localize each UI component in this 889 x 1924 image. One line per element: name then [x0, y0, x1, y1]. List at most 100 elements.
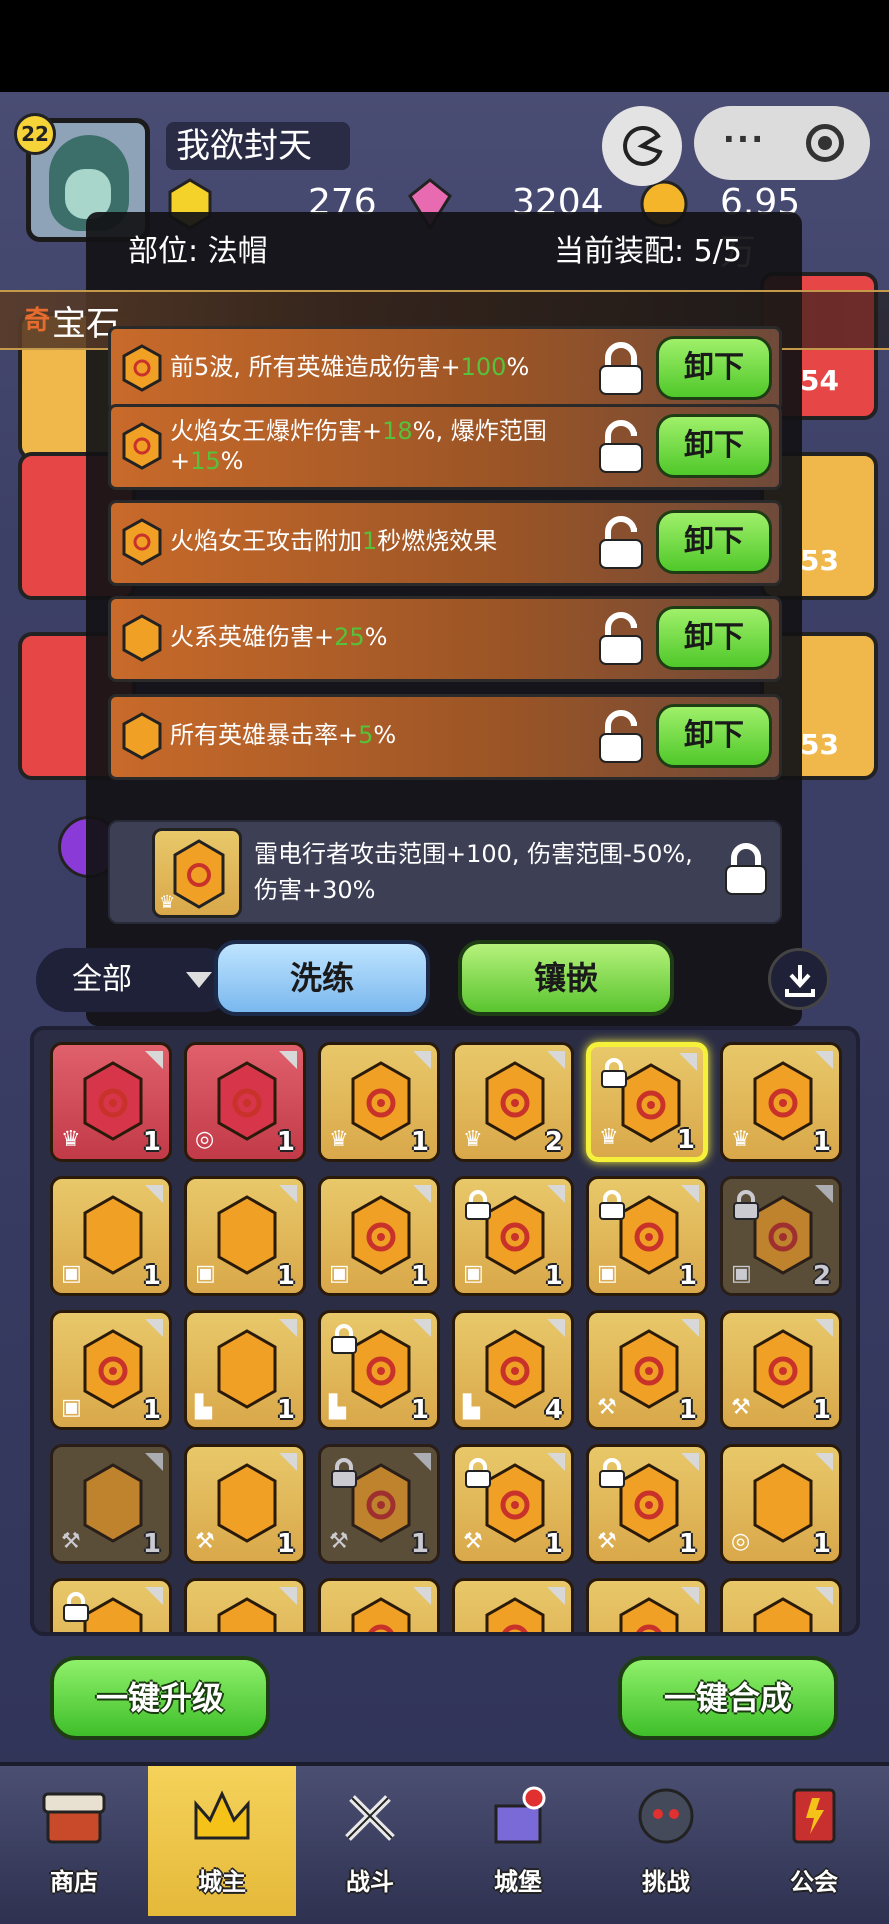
- gem-slot[interactable]: [452, 1578, 574, 1632]
- effect-value: 15: [190, 447, 221, 475]
- nav-item[interactable]: 公会: [740, 1766, 888, 1916]
- corner-marker: [815, 1319, 833, 1337]
- unequip-button[interactable]: 卸下: [656, 414, 772, 478]
- unlock-icon[interactable]: [594, 610, 648, 666]
- gem-slot[interactable]: ⚒ 1: [586, 1310, 708, 1430]
- gem-slot[interactable]: [318, 1578, 440, 1632]
- gem-slot[interactable]: ▣ 1: [452, 1176, 574, 1296]
- corner-marker: [145, 1587, 163, 1605]
- gem-slot[interactable]: ◎ 1: [720, 1444, 842, 1564]
- challenge-icon: [638, 1788, 694, 1844]
- weapon-icon: ⚒: [61, 1529, 81, 1554]
- gem-slot[interactable]: ◎ 1: [184, 1042, 306, 1162]
- gem-slot[interactable]: ▣ 2: [720, 1176, 842, 1296]
- gem-slot[interactable]: ▙ 1: [184, 1310, 306, 1430]
- effect-label: 前5波, 所有英雄造成伤害+: [170, 353, 461, 381]
- lock-icon: [465, 1190, 491, 1220]
- gem-effect-text: 火焰女王攻击附加1秒燃烧效果: [170, 526, 590, 556]
- unlock-icon[interactable]: [594, 418, 648, 474]
- refine-button[interactable]: 洗练: [214, 940, 430, 1016]
- download-button[interactable]: [768, 948, 830, 1010]
- corner-marker: [145, 1051, 163, 1069]
- gem-count: 1: [678, 1529, 697, 1559]
- lock-icon: [331, 1458, 357, 1488]
- gem-count: 1: [142, 1261, 161, 1291]
- effect-label: 火系英雄伤害+: [170, 623, 335, 651]
- effect-label: 秒燃烧效果: [377, 527, 498, 555]
- merge-all-button[interactable]: 一键合成: [618, 1656, 838, 1740]
- lock-icon[interactable]: [720, 842, 772, 898]
- lock-icon[interactable]: [594, 340, 648, 396]
- nav-label: 城堡: [494, 1868, 542, 1896]
- gem-count: 1: [678, 1261, 697, 1291]
- corner-marker: [279, 1185, 297, 1203]
- more-options-icon[interactable]: ···: [720, 106, 768, 180]
- corner-marker: [413, 1051, 431, 1069]
- gem-slot[interactable]: ♛ 2: [452, 1042, 574, 1162]
- corner-marker: [547, 1587, 565, 1605]
- gem-count: 1: [410, 1127, 429, 1157]
- nav-item[interactable]: 战斗: [296, 1766, 444, 1916]
- gem-count: 1: [142, 1529, 161, 1559]
- corner-marker: [145, 1453, 163, 1471]
- gem-slot[interactable]: ♛ 1: [318, 1042, 440, 1162]
- gem-slot[interactable]: [50, 1578, 172, 1632]
- corner-marker: [145, 1319, 163, 1337]
- gem-slot[interactable]: ▙ 1: [318, 1310, 440, 1430]
- unequip-button[interactable]: 卸下: [656, 510, 772, 574]
- boot-icon: ▙: [329, 1395, 346, 1420]
- armor-icon: ▣: [463, 1261, 484, 1286]
- castle-icon: [494, 1786, 546, 1844]
- nav-item[interactable]: 挑战: [592, 1766, 740, 1916]
- gem-slot[interactable]: ▙ 4: [452, 1310, 574, 1430]
- nav-label: 商店: [50, 1868, 98, 1896]
- armor-icon: ▣: [61, 1261, 82, 1286]
- nav-item[interactable]: 城堡: [444, 1766, 592, 1916]
- nav-item[interactable]: 商店: [0, 1766, 148, 1916]
- effect-value: 5: [358, 721, 374, 749]
- gem-slot[interactable]: ♛ 1: [50, 1042, 172, 1162]
- gem-slot[interactable]: [184, 1578, 306, 1632]
- gem-count: 1: [276, 1127, 295, 1157]
- unequip-button[interactable]: 卸下: [656, 606, 772, 670]
- unequip-button[interactable]: 卸下: [656, 336, 772, 400]
- lock-icon: [465, 1458, 491, 1488]
- gem-slot[interactable]: ▣ 1: [50, 1310, 172, 1430]
- pacman-button[interactable]: [602, 106, 682, 186]
- crown-icon: ♛: [731, 1127, 751, 1152]
- status-bar: [0, 0, 889, 92]
- ring-icon: ◎: [731, 1529, 751, 1554]
- crown-icon: ♛: [463, 1127, 483, 1152]
- gem-category-icon: 奇: [24, 306, 51, 336]
- inlay-button[interactable]: 镶嵌: [458, 940, 674, 1016]
- gem-slot[interactable]: ⚒ 1: [318, 1444, 440, 1564]
- gem-slot[interactable]: ⚒ 1: [720, 1310, 842, 1430]
- gem-slot[interactable]: [720, 1578, 842, 1632]
- gem-count: 1: [410, 1261, 429, 1291]
- unlock-icon[interactable]: [594, 514, 648, 570]
- gem-slot[interactable]: ▣ 1: [50, 1176, 172, 1296]
- gem-slot[interactable]: ⚒ 1: [184, 1444, 306, 1564]
- upgrade-all-button[interactable]: 一键升级: [50, 1656, 270, 1740]
- gem-slot[interactable]: ♛ 1: [586, 1042, 708, 1162]
- gem-slot[interactable]: ▣ 1: [318, 1176, 440, 1296]
- effect-label: 火焰女王攻击附加: [170, 527, 362, 555]
- weapon-icon: ⚒: [195, 1529, 215, 1554]
- gem-icon: [753, 1597, 813, 1632]
- gem-slot[interactable]: [586, 1578, 708, 1632]
- effect-label: %: [220, 447, 244, 475]
- gem-slot[interactable]: ♛ 1: [720, 1042, 842, 1162]
- gem-slot[interactable]: ▣ 1: [184, 1176, 306, 1296]
- armor-icon: ▣: [329, 1261, 350, 1286]
- gem-slot[interactable]: ⚒ 1: [586, 1444, 708, 1564]
- gem-count: 1: [276, 1395, 295, 1425]
- nav-label: 战斗: [346, 1868, 394, 1896]
- unlock-icon[interactable]: [594, 708, 648, 764]
- gem-slot[interactable]: ⚒ 1: [452, 1444, 574, 1564]
- unequip-button[interactable]: 卸下: [656, 704, 772, 768]
- gem-icon: [619, 1597, 679, 1632]
- gem-slot[interactable]: ⚒ 1: [50, 1444, 172, 1564]
- gem-slot[interactable]: ▣ 1: [586, 1176, 708, 1296]
- nav-item[interactable]: 城主: [148, 1766, 296, 1916]
- swords-icon: [345, 1795, 395, 1841]
